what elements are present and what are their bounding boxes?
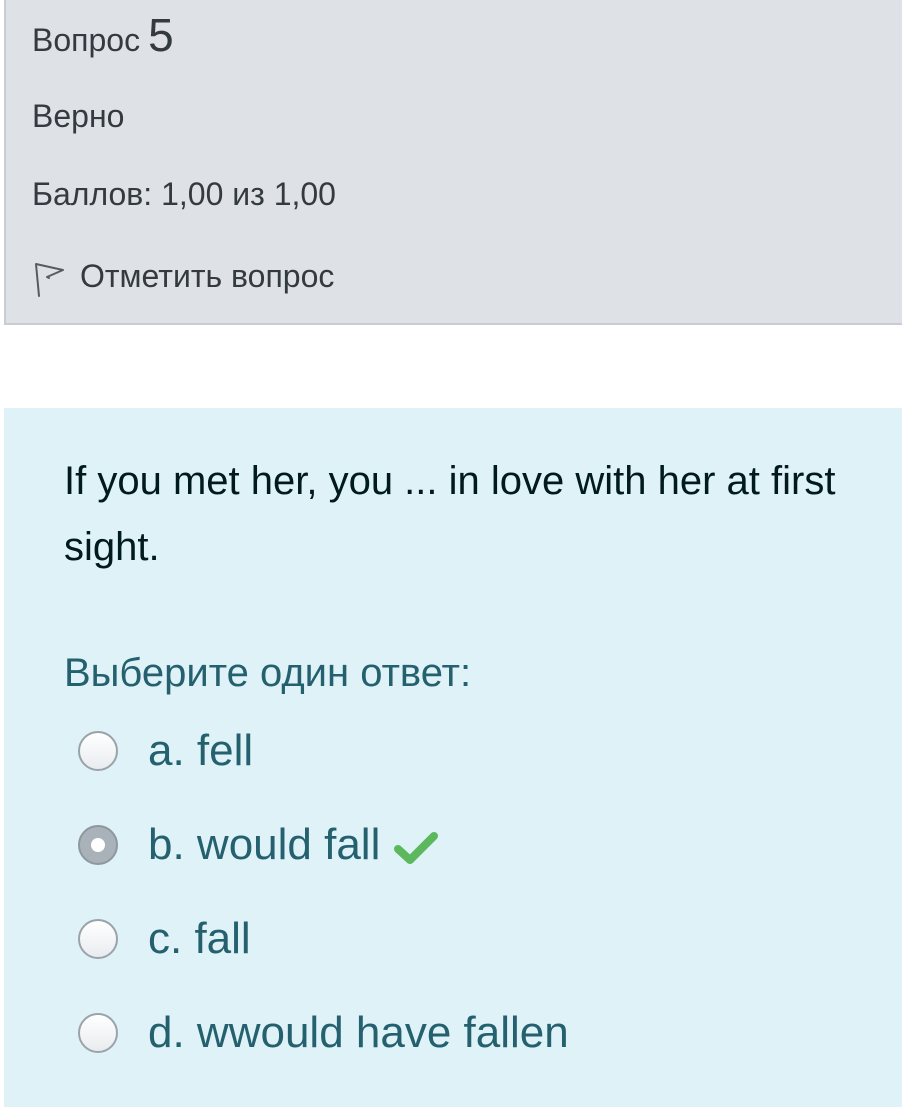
radio-c[interactable]: [78, 919, 118, 959]
answer-option-a[interactable]: a. fell: [78, 726, 253, 776]
answer-label-c: c. fall: [148, 914, 251, 963]
answer-label-b: b. would fall: [148, 820, 381, 869]
question-state: Верно: [32, 98, 125, 134]
answer-option-c[interactable]: c. fall: [78, 914, 251, 964]
question-grade: Баллов: 1,00 из 1,00: [32, 176, 336, 212]
question-number: 5: [148, 9, 174, 61]
question-content-panel: If you met her, you ... in love with her…: [4, 408, 902, 1107]
answer-label-a: a. fell: [148, 726, 254, 775]
check-icon: [394, 832, 439, 864]
question-word: Вопрос: [32, 22, 141, 58]
question-title: Вопрос 5: [32, 8, 174, 62]
answer-option-d[interactable]: d. wwould have fallen: [78, 1008, 569, 1058]
flag-question-link[interactable]: Отметить вопрос: [34, 254, 334, 298]
flag-icon: [35, 263, 64, 297]
question-info-panel: Вопрос 5 Верно Баллов: 1,00 из 1,00 Отмет…: [4, 0, 902, 325]
answer-prompt: Выберите один ответ:: [64, 651, 472, 695]
radio-a[interactable]: [78, 731, 118, 771]
question-text: If you met her, you ... in love with her…: [64, 459, 836, 569]
flag-question-label: Отметить вопрос: [80, 257, 335, 294]
radio-b[interactable]: [78, 825, 118, 865]
radio-d[interactable]: [78, 1013, 118, 1053]
answer-label-d: d. wwould have fallen: [148, 1008, 569, 1057]
answer-option-b[interactable]: b. would fall: [78, 820, 439, 870]
